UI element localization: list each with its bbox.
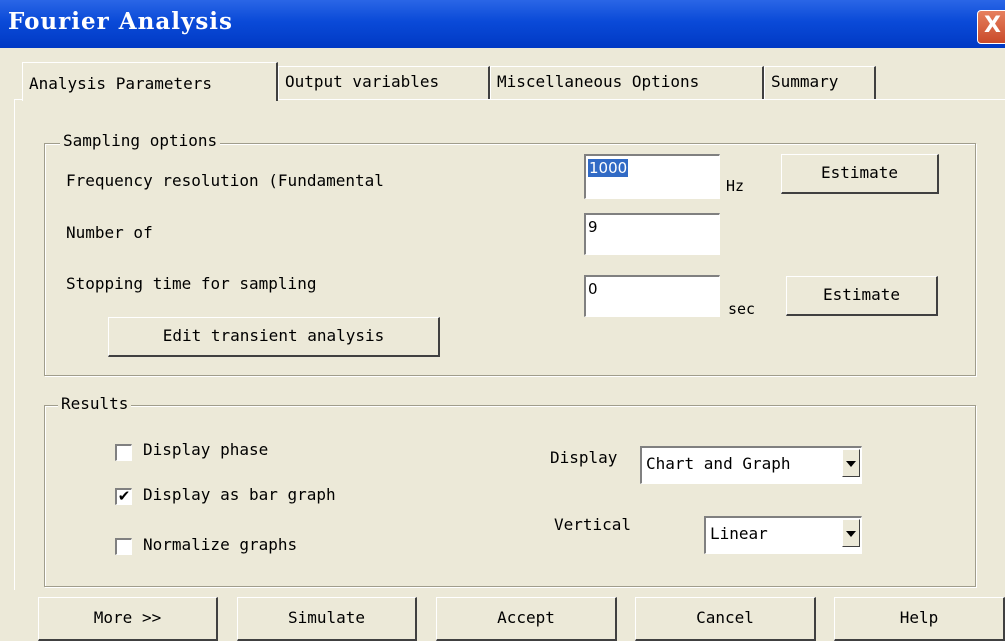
display-phase-label: Display phase xyxy=(143,440,269,459)
frequency-resolution-input[interactable]: 1000 xyxy=(584,154,720,199)
number-of-input[interactable]: 9 xyxy=(584,213,720,255)
normalize-graphs-checkbox[interactable] xyxy=(115,538,132,555)
help-button[interactable]: Help xyxy=(834,597,1005,641)
frequency-resolution-label: Frequency resolution (Fundamental xyxy=(66,171,384,190)
results-label: Results xyxy=(58,394,132,413)
estimate-stopping-time-button[interactable]: Estimate xyxy=(786,276,938,316)
more-button[interactable]: More >> xyxy=(38,597,218,641)
display-select[interactable]: Chart and Graph xyxy=(640,446,862,484)
stopping-time-input[interactable]: 0 xyxy=(584,275,720,317)
close-icon: X xyxy=(984,13,1001,38)
display-label: Display xyxy=(550,448,618,467)
simulate-button[interactable]: Simulate xyxy=(237,597,417,641)
stopping-time-label: Stopping time for sampling xyxy=(66,274,317,293)
tab-output-variables[interactable]: Output variables xyxy=(278,66,490,100)
display-select-value: Chart and Graph xyxy=(646,454,791,473)
display-as-bar-graph-label: Display as bar graph xyxy=(143,485,336,504)
display-as-bar-graph-checkbox[interactable]: ✔ xyxy=(115,488,132,505)
accept-button[interactable]: Accept xyxy=(436,597,617,641)
tab-summary[interactable]: Summary xyxy=(764,66,876,100)
vertical-label: Vertical xyxy=(554,515,632,534)
close-button[interactable]: X xyxy=(977,10,1005,44)
vertical-select-value: Linear xyxy=(710,524,768,543)
number-of-label: Number of xyxy=(66,223,153,242)
estimate-frequency-button[interactable]: Estimate xyxy=(781,154,939,194)
window-title: Fourier Analysis xyxy=(8,8,233,35)
cancel-button[interactable]: Cancel xyxy=(635,597,816,641)
tab-miscellaneous-options[interactable]: Miscellaneous Options xyxy=(490,66,764,100)
display-phase-checkbox[interactable] xyxy=(115,444,132,461)
sec-unit-label: sec xyxy=(728,300,756,318)
vertical-select[interactable]: Linear xyxy=(704,516,862,554)
normalize-graphs-label: Normalize graphs xyxy=(143,535,298,554)
hz-unit-label: Hz xyxy=(726,177,745,195)
tab-analysis-parameters[interactable]: Analysis Parameters xyxy=(22,62,278,101)
chevron-down-icon[interactable] xyxy=(842,449,860,477)
sampling-options-label: Sampling options xyxy=(60,131,221,150)
title-bar[interactable]: Fourier Analysis X xyxy=(0,0,1005,48)
chevron-down-icon[interactable] xyxy=(842,519,860,547)
checkmark-icon: ✔ xyxy=(117,487,131,505)
edit-transient-analysis-button[interactable]: Edit transient analysis xyxy=(108,317,440,357)
